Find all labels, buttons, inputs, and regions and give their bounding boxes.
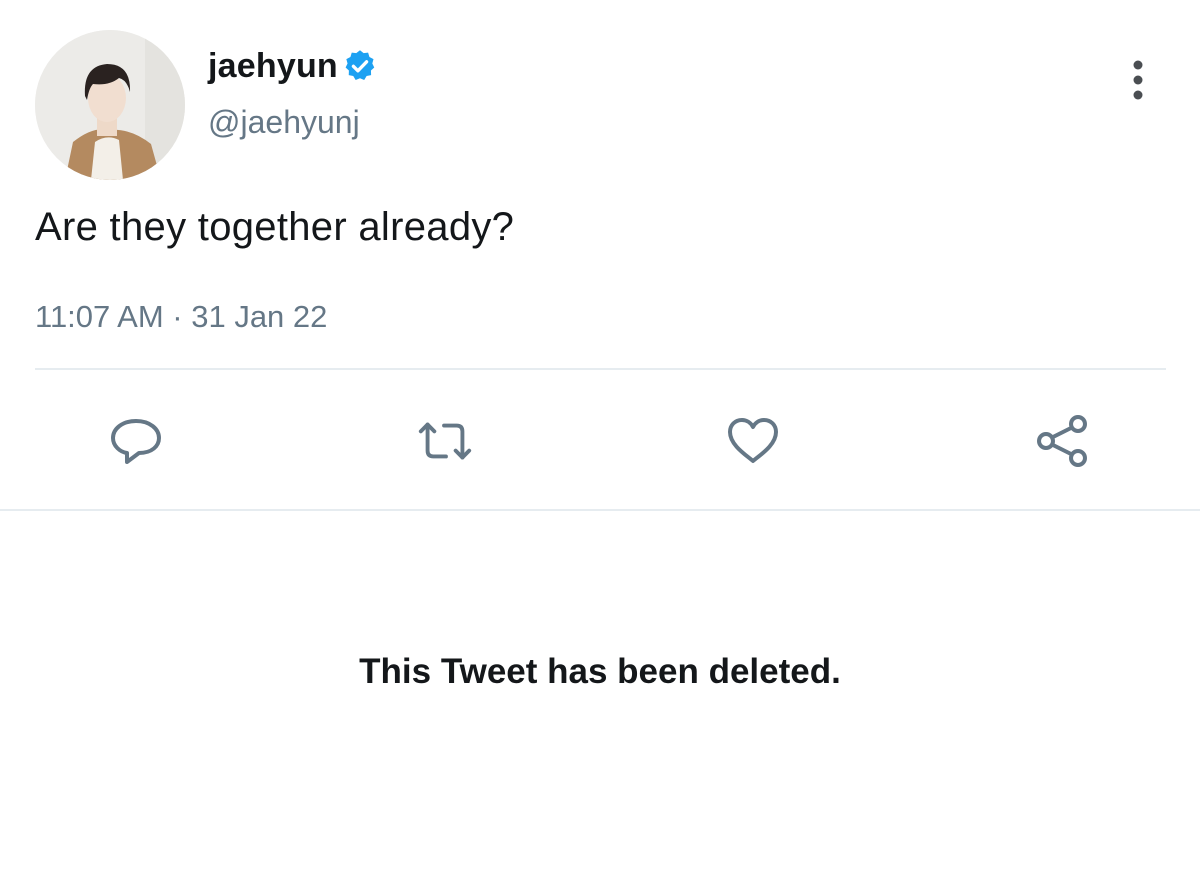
- heart-icon: [728, 418, 778, 463]
- author-name-row[interactable]: jaehyun: [208, 44, 378, 88]
- retweet-button[interactable]: [415, 414, 475, 468]
- like-button[interactable]: [723, 414, 783, 468]
- divider: [35, 368, 1166, 370]
- reply-button[interactable]: [106, 414, 166, 468]
- tweet-text: Are they together already?: [35, 205, 515, 249]
- deleted-tweet-notice: This Tweet has been deleted.: [359, 652, 841, 691]
- more-options-icon[interactable]: [1125, 58, 1151, 102]
- share-button[interactable]: [1032, 414, 1092, 468]
- display-name[interactable]: jaehyun: [208, 47, 338, 86]
- user-handle[interactable]: @jaehyunj: [208, 104, 360, 141]
- avatar[interactable]: [35, 30, 185, 180]
- retweet-icon: [418, 422, 472, 460]
- reply-icon: [111, 419, 161, 464]
- verified-badge-icon: [342, 48, 378, 84]
- tweet-timestamp[interactable]: 11:07 AM · 31 Jan 22: [35, 299, 327, 335]
- profile-photo: [35, 30, 185, 180]
- share-icon: [1037, 415, 1087, 467]
- divider: [0, 509, 1200, 511]
